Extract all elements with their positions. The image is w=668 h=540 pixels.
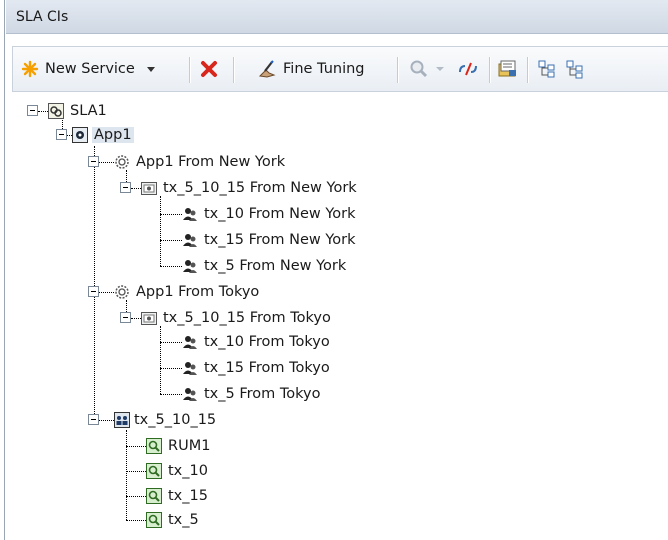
- tree-node-label: tx_10 From Tokyo: [204, 334, 330, 350]
- collapse-toggle[interactable]: [120, 312, 131, 323]
- tree-node-app-from-tokyo[interactable]: App1 From Tokyo: [114, 282, 261, 302]
- tree-connector: [160, 368, 182, 369]
- transaction-users-icon: [183, 208, 197, 221]
- tree-node-transaction[interactable]: tx_15 From Tokyo: [182, 358, 332, 378]
- tree-connector: [126, 471, 146, 472]
- sla-ci-tree: SLA1 App1 App1 From New York tx_5_10_15 …: [0, 0, 668, 540]
- tree-node-label: tx_10: [168, 463, 208, 479]
- tree-node-app1[interactable]: App1: [72, 125, 134, 145]
- tree-node-transaction[interactable]: tx_10 From Tokyo: [182, 332, 332, 352]
- tree-node-rum[interactable]: tx_10: [146, 461, 210, 481]
- collapse-toggle[interactable]: [56, 129, 67, 140]
- tree-node-app-from-new-york[interactable]: App1 From New York: [114, 152, 287, 172]
- tree-connector: [160, 196, 161, 266]
- tree-node-label: tx_5 From New York: [204, 258, 347, 274]
- tree-connector: [94, 146, 95, 414]
- business-transaction-icon: [114, 412, 130, 428]
- tree-connector: [160, 342, 182, 343]
- tree-node-sla1[interactable]: SLA1: [48, 101, 109, 121]
- tree-node-tx-group-new-york[interactable]: tx_5_10_15 From New York: [141, 178, 359, 198]
- collapse-toggle[interactable]: [88, 414, 99, 425]
- tree-connector: [38, 111, 48, 112]
- tree-connector: [126, 430, 127, 520]
- tree-node-rum[interactable]: RUM1: [146, 436, 212, 456]
- tree-node-label: App1: [92, 127, 134, 143]
- tree-connector: [99, 292, 114, 293]
- transaction-users-icon: [183, 234, 197, 247]
- tree-connector: [99, 420, 114, 421]
- sla-icon: [48, 103, 64, 119]
- tree-connector: [131, 318, 141, 319]
- tree-connector: [126, 520, 146, 521]
- tree-connector: [160, 266, 182, 267]
- tree-connector: [160, 326, 161, 394]
- tree-node-tx-group-tokyo[interactable]: tx_5_10_15 From Tokyo: [141, 308, 333, 328]
- tree-connector: [126, 496, 146, 497]
- tree-node-label: RUM1: [168, 438, 211, 454]
- transaction-users-icon: [183, 260, 197, 273]
- application-icon: [72, 127, 88, 143]
- transaction-group-icon: [141, 312, 157, 325]
- rum-monitor-icon: [146, 438, 162, 454]
- tree-node-label: tx_5: [168, 512, 199, 528]
- tree-node-transaction[interactable]: tx_15 From New York: [182, 230, 358, 250]
- rum-monitor-icon: [146, 463, 162, 479]
- tree-node-rum[interactable]: tx_5: [146, 510, 201, 530]
- tree-node-transaction[interactable]: tx_5 From Tokyo: [182, 384, 322, 404]
- tree-node-label: App1 From New York: [136, 154, 286, 170]
- collapse-toggle[interactable]: [88, 286, 99, 297]
- tree-node-transaction[interactable]: tx_10 From New York: [182, 204, 358, 224]
- tree-node-label: SLA1: [70, 103, 107, 119]
- tree-connector: [99, 162, 114, 163]
- tree-node-label: tx_15 From New York: [204, 232, 356, 248]
- gear-location-icon: [115, 155, 129, 169]
- rum-monitor-icon: [146, 512, 162, 528]
- collapse-toggle[interactable]: [27, 105, 38, 116]
- tree-connector: [160, 240, 182, 241]
- tree-node-label: tx_5_10_15: [134, 412, 217, 428]
- transaction-group-icon: [141, 182, 157, 195]
- tree-node-tx-group[interactable]: tx_5_10_15: [114, 410, 218, 430]
- transaction-users-icon: [183, 362, 197, 375]
- transaction-users-icon: [183, 388, 197, 401]
- gear-location-icon: [115, 285, 129, 299]
- tree-connector: [131, 188, 141, 189]
- transaction-users-icon: [183, 336, 197, 349]
- tree-node-label: tx_15 From Tokyo: [204, 360, 330, 376]
- tree-node-label: tx_5_10_15 From New York: [163, 180, 357, 196]
- tree-node-transaction[interactable]: tx_5 From New York: [182, 256, 348, 276]
- tree-node-rum[interactable]: tx_15: [146, 486, 210, 506]
- tree-node-label: App1 From Tokyo: [136, 284, 260, 300]
- tree-node-label: tx_10 From New York: [204, 206, 356, 222]
- tree-node-label: tx_5_10_15 From Tokyo: [163, 310, 331, 326]
- collapse-toggle[interactable]: [120, 182, 131, 193]
- tree-connector: [160, 214, 182, 215]
- tree-connector: [160, 394, 182, 395]
- rum-monitor-icon: [146, 488, 162, 504]
- collapse-toggle[interactable]: [88, 156, 99, 167]
- tree-connector: [126, 446, 146, 447]
- tree-node-label: tx_15: [168, 488, 208, 504]
- tree-node-label: tx_5 From Tokyo: [204, 386, 321, 402]
